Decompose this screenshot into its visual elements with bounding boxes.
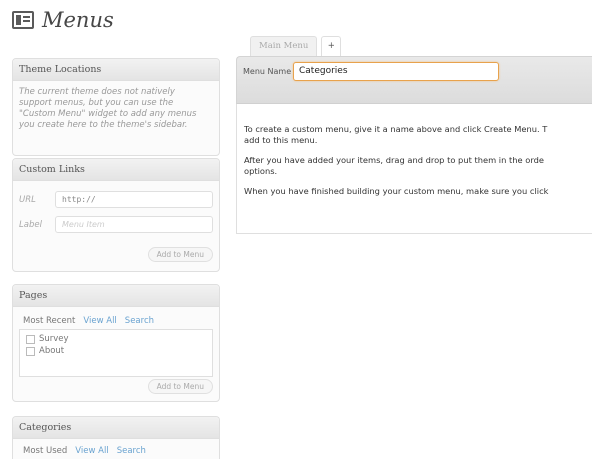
custom-links-heading[interactable]: Custom Links bbox=[13, 159, 219, 181]
menu-name-label: Menu Name bbox=[243, 67, 292, 76]
page-checkbox[interactable] bbox=[26, 334, 35, 344]
pages-heading[interactable]: Pages bbox=[13, 285, 219, 307]
tab-view-all[interactable]: View All bbox=[75, 446, 108, 456]
categories-heading[interactable]: Categories bbox=[13, 417, 219, 439]
instruction-line: To create a custom menu, give it a name … bbox=[244, 124, 548, 134]
tab-most-recent[interactable]: Most Recent bbox=[23, 316, 75, 326]
notice-line: "Custom Menu" widget to add any menus bbox=[19, 109, 197, 119]
page-header: Menus bbox=[12, 8, 114, 32]
theme-locations-box: Theme Locations The current theme does n… bbox=[12, 58, 220, 156]
menu-editor-body: To create a custom menu, give it a name … bbox=[236, 104, 592, 234]
tab-view-all[interactable]: View All bbox=[83, 316, 116, 326]
pages-add-button[interactable]: Add to Menu bbox=[147, 379, 213, 394]
custom-links-add-button[interactable]: Add to Menu bbox=[147, 247, 213, 262]
menu-tabs: Main Menu + bbox=[250, 36, 345, 56]
list-item[interactable]: Survey bbox=[26, 334, 206, 344]
notice-line: support menus, but you can use the bbox=[19, 98, 174, 108]
pages-tabs: Most Recent View All Search bbox=[19, 314, 213, 326]
page-checkbox[interactable] bbox=[26, 346, 35, 356]
categories-box: Categories Most Used View All Search bbox=[12, 416, 220, 459]
menu-editor-header: Menu Name Categories bbox=[236, 56, 592, 104]
list-item[interactable]: About bbox=[26, 346, 206, 356]
add-menu-tab[interactable]: + bbox=[321, 36, 342, 56]
instruction-line: When you have finished building your cus… bbox=[244, 186, 549, 196]
link-label-input[interactable]: Menu Item bbox=[55, 216, 213, 233]
notice-line: you create here to the theme's sidebar. bbox=[19, 120, 188, 130]
url-input[interactable]: http:// bbox=[55, 191, 213, 208]
instruction-text: When you have finished building your cus… bbox=[244, 186, 592, 197]
categories-tabs: Most Used View All Search bbox=[19, 444, 213, 456]
menus-icon bbox=[12, 11, 34, 29]
menu-name-input[interactable]: Categories bbox=[293, 62, 499, 81]
instruction-text: To create a custom menu, give it a name … bbox=[244, 124, 592, 146]
theme-locations-notice: The current theme does not natively supp… bbox=[19, 87, 213, 131]
page-item-label: Survey bbox=[39, 334, 69, 344]
instruction-line: options. bbox=[244, 166, 278, 176]
instruction-line: add to this menu. bbox=[244, 135, 318, 145]
theme-locations-heading[interactable]: Theme Locations bbox=[13, 59, 219, 81]
tab-search[interactable]: Search bbox=[125, 316, 154, 326]
tab-search[interactable]: Search bbox=[117, 446, 146, 456]
instruction-line: After you have added your items, drag an… bbox=[244, 155, 544, 165]
instruction-text: After you have added your items, drag an… bbox=[244, 155, 592, 177]
custom-links-box: Custom Links URL http:// Label Menu Item… bbox=[12, 158, 220, 272]
url-label: URL bbox=[19, 194, 36, 205]
tab-main-menu[interactable]: Main Menu bbox=[250, 36, 318, 56]
notice-line: The current theme does not natively bbox=[19, 87, 175, 97]
pages-box: Pages Most Recent View All Search Survey… bbox=[12, 284, 220, 402]
page-item-label: About bbox=[39, 346, 65, 356]
page-title: Menus bbox=[42, 8, 114, 32]
link-label-label: Label bbox=[19, 219, 42, 230]
pages-checklist: Survey About bbox=[19, 329, 213, 377]
tab-most-used[interactable]: Most Used bbox=[23, 446, 67, 456]
